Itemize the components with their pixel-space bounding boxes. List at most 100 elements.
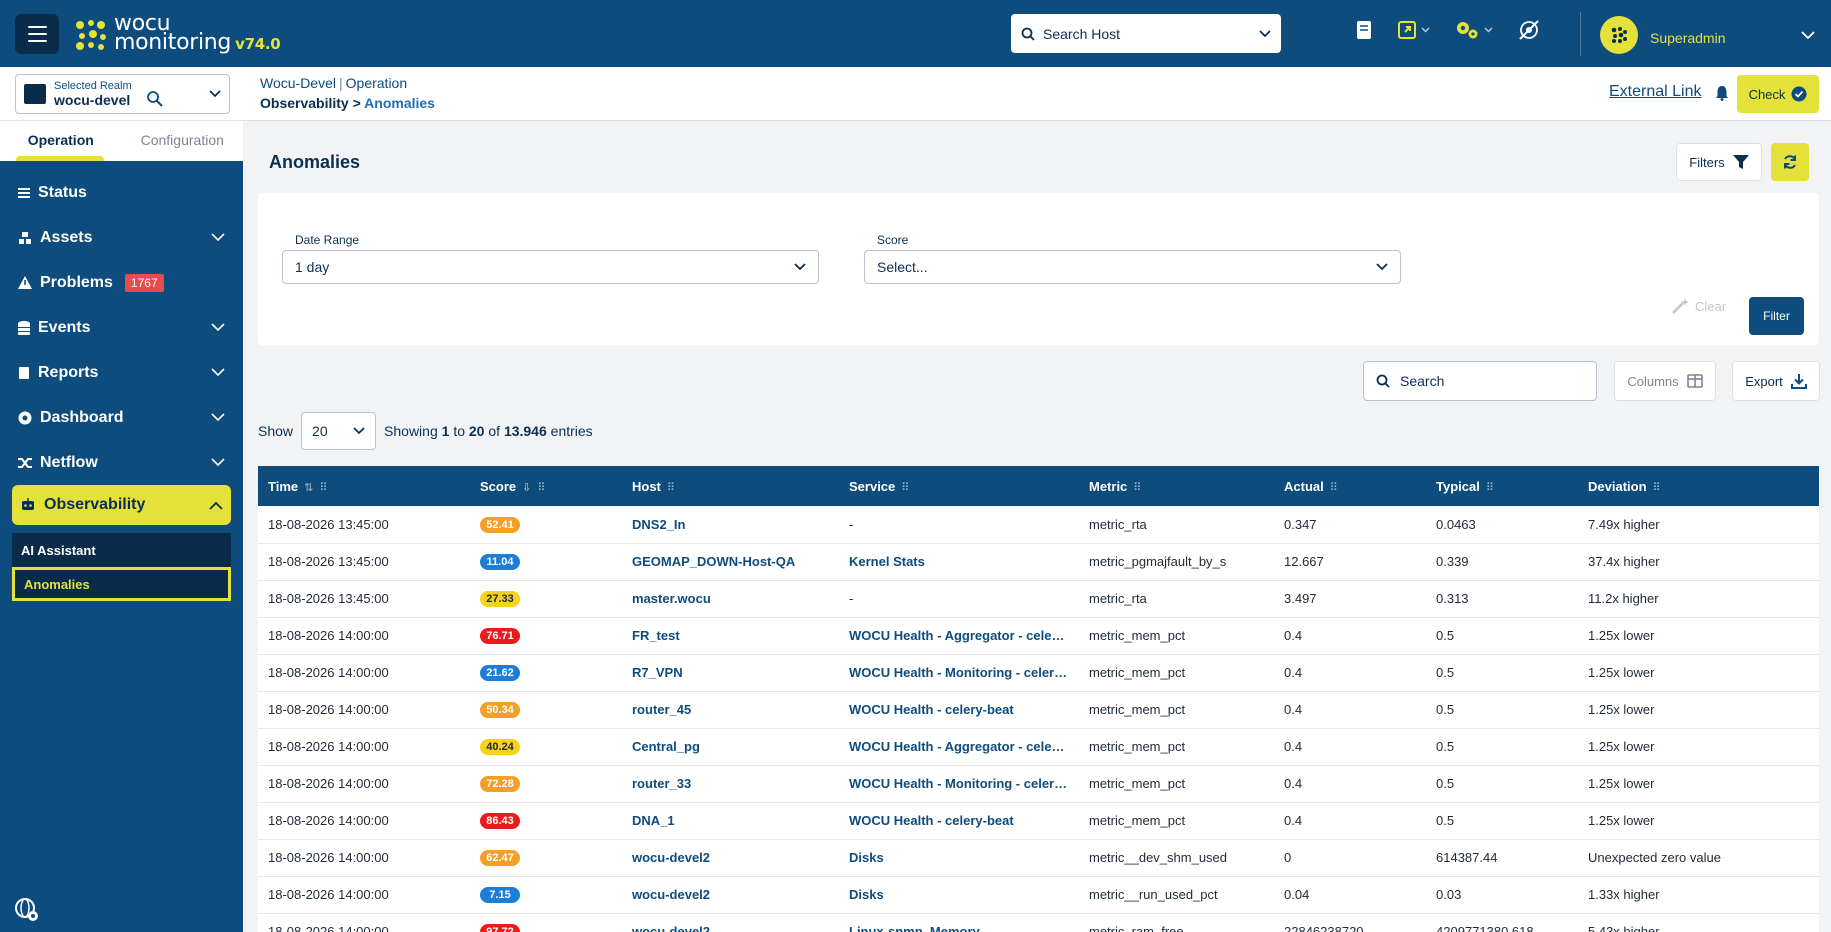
table-row[interactable]: 18-08-2026 14:00:00 50.34 router_45 WOCU He…	[258, 691, 1819, 729]
refresh-button[interactable]	[1771, 143, 1809, 181]
columns-button[interactable]: Columns	[1614, 361, 1716, 401]
cell-service[interactable]: Linux-snmp_Memory	[839, 913, 1079, 932]
drag-handle-icon[interactable]: ⠿	[667, 482, 675, 494]
chevron-down-icon	[1376, 263, 1388, 271]
drag-handle-icon[interactable]: ⠿	[1330, 482, 1338, 494]
chevron-down-icon	[211, 323, 225, 332]
filters-button[interactable]: Filters	[1676, 143, 1762, 181]
cell-service[interactable]: WOCU Health - Aggregator - celery-worker	[839, 728, 1079, 766]
column-header-score[interactable]: Score ⇩ ⠿	[470, 466, 622, 506]
table-row[interactable]: 18-08-2026 13:45:00 27.33 master.wocu - metr…	[258, 580, 1819, 618]
score-badge: 21.62	[480, 665, 520, 681]
cell-host[interactable]: router_33	[622, 765, 839, 803]
tab-operation[interactable]: Operation	[0, 121, 122, 161]
table-row[interactable]: 18-08-2026 13:45:00 52.41 DNS2_In - metric_r…	[258, 506, 1819, 544]
column-header-service[interactable]: Service ⠿	[839, 466, 1079, 506]
app-logo[interactable]: wocu monitoring v74.0	[74, 13, 281, 54]
cell-host[interactable]: DNS2_In	[622, 506, 839, 544]
column-header-host[interactable]: Host ⠿	[622, 466, 839, 506]
table-row[interactable]: 18-08-2026 13:45:00 11.04 GEOMAP_DOWN-Host…	[258, 543, 1819, 581]
info-to-word: to	[453, 423, 465, 439]
cell-host[interactable]: FR_test	[622, 617, 839, 655]
drag-handle-icon[interactable]: ⠿	[1133, 482, 1141, 494]
column-header-actual[interactable]: Actual ⠿	[1274, 466, 1426, 506]
drag-handle-icon[interactable]: ⠿	[901, 482, 909, 494]
cell-deviation: 7.49x higher	[1578, 506, 1819, 544]
cell-service[interactable]: WOCU Health - Monitoring - celery-worker	[839, 765, 1079, 803]
table-search-placeholder: Search	[1400, 373, 1445, 389]
nav-item-assets[interactable]: Assets	[0, 215, 243, 260]
nav-item-status[interactable]: Status	[0, 170, 243, 215]
table-row[interactable]: 18-08-2026 14:00:00 40.24 Central_pg WOCU H…	[258, 728, 1819, 766]
export-button[interactable]: Export	[1732, 361, 1820, 401]
table-row[interactable]: 18-08-2026 14:00:00 76.71 FR_test WOCU Heal…	[258, 617, 1819, 655]
cell-host[interactable]: wocu-devel2	[622, 839, 839, 877]
check-button[interactable]: Check	[1737, 75, 1819, 113]
settings-button[interactable]	[1454, 19, 1493, 41]
column-header-time[interactable]: Time ⇅ ⠿	[258, 466, 470, 506]
user-menu[interactable]: Superadmin	[1600, 16, 1815, 54]
nav-item-observability[interactable]: Observability	[12, 485, 231, 525]
clear-button[interactable]: Clear	[1671, 298, 1726, 314]
cell-service[interactable]: Kernel Stats	[839, 543, 1079, 581]
table-row[interactable]: 18-08-2026 14:00:00 21.62 R7_VPN WOCU Healt…	[258, 654, 1819, 692]
menu-toggle-button[interactable]	[15, 14, 59, 54]
nav-item-netflow[interactable]: Netflow	[0, 440, 243, 485]
tab-configuration[interactable]: Configuration	[122, 121, 244, 161]
column-header-typical[interactable]: Typical ⠿	[1426, 466, 1578, 506]
observability-submenu: AI Assistant Anomalies	[12, 533, 231, 601]
date-range-select[interactable]: 1 day	[282, 250, 819, 284]
column-header-deviation[interactable]: Deviation ⠿	[1578, 466, 1819, 506]
cell-service[interactable]: WOCU Health - celery-beat	[839, 691, 1079, 729]
breadcrumb-section[interactable]: Operation	[346, 75, 407, 91]
cell-metric: metric_mem_pct	[1079, 691, 1274, 729]
cell-host[interactable]: router_45	[622, 691, 839, 729]
nav-item-reports[interactable]: Reports	[0, 350, 243, 395]
cell-service[interactable]: Disks	[839, 876, 1079, 914]
search-host-select[interactable]: Search Host	[1011, 14, 1281, 53]
breadcrumb-realm[interactable]: Wocu-Devel	[260, 75, 336, 91]
sub-item-ai-assistant[interactable]: AI Assistant	[12, 533, 231, 567]
cell-host[interactable]: wocu-devel2	[622, 876, 839, 914]
nav-item-dashboard[interactable]: Dashboard	[0, 395, 243, 440]
cell-metric: metric_mem_pct	[1079, 802, 1274, 840]
column-header-metric[interactable]: Metric ⠿	[1079, 466, 1274, 506]
cell-host[interactable]: wocu-devel2	[622, 913, 839, 932]
table-row[interactable]: 18-08-2026 14:00:00 7.15 wocu-devel2 Disks m…	[258, 876, 1819, 914]
table-search-input[interactable]: Search	[1363, 361, 1597, 401]
cell-host[interactable]: GEOMAP_DOWN-Host-QA	[622, 543, 839, 581]
cell-host[interactable]: DNA_1	[622, 802, 839, 840]
external-apps-button[interactable]	[1397, 20, 1430, 40]
cell-host[interactable]: Central_pg	[622, 728, 839, 766]
visibility-toggle-button[interactable]	[1517, 18, 1541, 42]
notifications-button[interactable]	[1715, 85, 1729, 104]
realm-search-icon[interactable]	[146, 90, 164, 108]
drag-handle-icon[interactable]: ⠿	[537, 482, 545, 494]
table-row[interactable]: 18-08-2026 14:00:00 97.72 wocu-devel2 Linux…	[258, 913, 1819, 932]
breadcrumb-parent[interactable]: Observability	[260, 95, 349, 111]
cell-host[interactable]: R7_VPN	[622, 654, 839, 692]
cell-metric: metric_mem_pct	[1079, 654, 1274, 692]
page-size-select[interactable]: 20	[301, 412, 377, 450]
notes-button[interactable]	[1355, 20, 1373, 40]
cell-service[interactable]: WOCU Health - Aggregator - celery-worker	[839, 617, 1079, 655]
table-row[interactable]: 18-08-2026 14:00:00 62.47 wocu-devel2 Disks…	[258, 839, 1819, 877]
nav-item-events[interactable]: Events	[0, 305, 243, 350]
table-row[interactable]: 18-08-2026 14:00:00 72.28 router_33 WOCU He…	[258, 765, 1819, 803]
sub-item-anomalies[interactable]: Anomalies	[12, 567, 231, 601]
drag-handle-icon[interactable]: ⠿	[319, 482, 327, 494]
settings-globe-button[interactable]	[14, 897, 40, 926]
cell-service[interactable]: Disks	[839, 839, 1079, 877]
realm-selector[interactable]: Selected Realm wocu-devel	[15, 74, 230, 114]
nav-item-problems[interactable]: Problems 1767	[0, 260, 243, 305]
drag-handle-icon[interactable]: ⠿	[1653, 482, 1661, 494]
score-select[interactable]: Select...	[864, 250, 1401, 284]
filter-apply-button[interactable]: Filter	[1749, 297, 1804, 335]
external-link[interactable]: External Link	[1609, 83, 1702, 101]
nav-menu: Status Assets Problems 1767 Events Repor…	[0, 170, 243, 601]
cell-host[interactable]: master.wocu	[622, 580, 839, 618]
drag-handle-icon[interactable]: ⠿	[1486, 482, 1494, 494]
cell-service[interactable]: WOCU Health - celery-beat	[839, 802, 1079, 840]
table-row[interactable]: 18-08-2026 14:00:00 86.43 DNA_1 WOCU Health…	[258, 802, 1819, 840]
cell-service[interactable]: WOCU Health - Monitoring - celery-worker	[839, 654, 1079, 692]
